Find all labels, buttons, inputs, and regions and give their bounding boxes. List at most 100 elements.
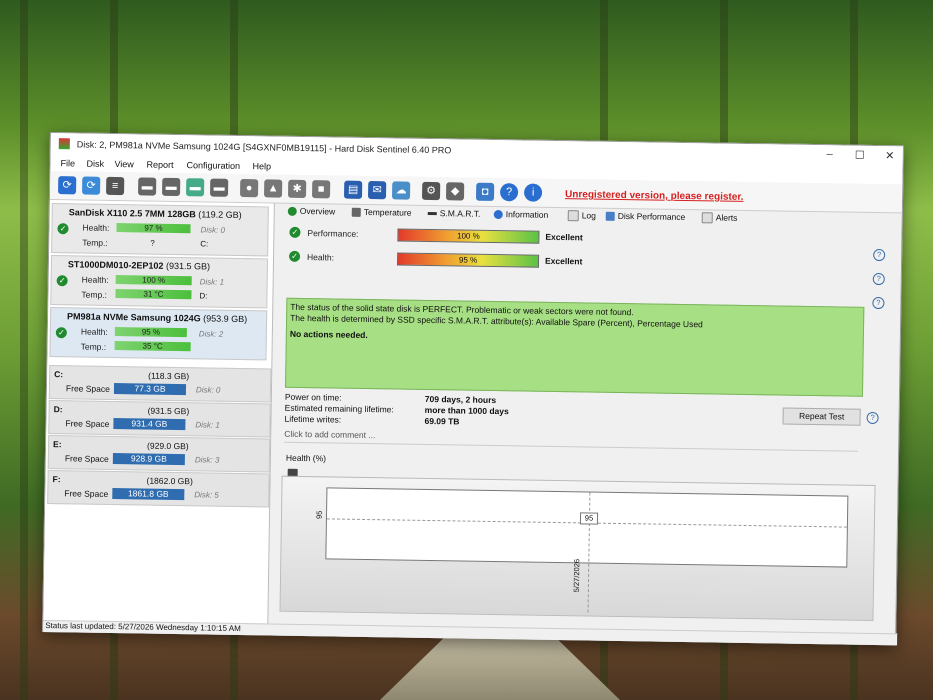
volume-card-c[interactable]: C: (118.3 GB) Free Space 77.3 GB Disk: 0 xyxy=(48,365,272,403)
repeat-test-button[interactable]: Repeat Test xyxy=(782,407,861,426)
mail-icon[interactable]: ✉ xyxy=(367,181,387,200)
comment-field[interactable]: Click to add comment ... xyxy=(284,428,859,452)
free-space-label: Free Space xyxy=(65,418,110,429)
free-space-value: 928.9 GB xyxy=(112,453,185,466)
disk-card-0[interactable]: SanDisk X110 2.5 7MM 128GB (119.2 GB) ✓ … xyxy=(51,203,269,257)
date-gridline xyxy=(587,492,591,613)
health-bar: 95 % xyxy=(114,327,187,338)
disk-size: (119.2 GB) xyxy=(198,209,242,221)
disk-surface-icon[interactable]: ● xyxy=(240,178,259,198)
menu-file[interactable]: File xyxy=(60,158,75,168)
drive-icon[interactable]: ▬ xyxy=(138,177,157,196)
temp-label: Temp.: xyxy=(80,341,107,352)
disk-number: Disk: 1 xyxy=(199,277,225,287)
ok-check-icon: ✓ xyxy=(57,223,69,235)
free-space-value: 77.3 GB xyxy=(113,383,187,396)
volume-card-f[interactable]: F: (1862.0 GB) Free Space 1861.8 GB Disk… xyxy=(47,470,270,508)
volume-disk: Disk: 3 xyxy=(194,455,220,465)
drive-check-icon[interactable]: ▬ xyxy=(186,178,205,197)
security-icon[interactable]: ◆ xyxy=(445,182,465,201)
maximize-button[interactable]: ☐ xyxy=(845,148,875,164)
free-space-value: 1861.8 GB xyxy=(112,488,185,501)
volume-letter: E: xyxy=(53,439,62,450)
free-space-label: Free Space xyxy=(64,488,109,499)
temp-bar: 31 °C xyxy=(115,289,192,300)
data-point-label: 95 xyxy=(579,512,599,525)
help-status-icon[interactable]: ? xyxy=(872,296,885,310)
unregistered-link[interactable]: Unregistered version, please register. xyxy=(565,189,744,203)
menu-configuration[interactable]: Configuration xyxy=(186,160,240,171)
tab-smart[interactable]: S.M.A.R.T. xyxy=(427,208,480,219)
camera-icon[interactable]: ◘ xyxy=(475,182,495,201)
health-graph: 95 95 5/27/2026 xyxy=(279,475,876,621)
app-window: Disk: 2, PM981a NVMe Samsung 1024G [S4GX… xyxy=(42,132,905,646)
volume-card-d[interactable]: D: (931.5 GB) Free Space 931.4 GB Disk: … xyxy=(48,400,271,438)
hdd-icon[interactable]: ■ xyxy=(311,180,331,199)
menu-disk[interactable]: Disk xyxy=(86,159,104,169)
help-repeat-icon[interactable]: ? xyxy=(866,411,879,425)
help-icon[interactable]: ? xyxy=(499,183,519,202)
disk-panel: SanDisk X110 2.5 7MM 128GB (119.2 GB) ✓ … xyxy=(43,200,275,624)
performance-bar: 100 % xyxy=(397,228,540,244)
log-icon xyxy=(567,210,579,222)
tab-temperature[interactable]: Temperature xyxy=(351,207,412,218)
network-icon[interactable]: ☁ xyxy=(391,181,411,200)
drive-time-icon[interactable]: ▬ xyxy=(162,177,181,197)
volume-size: (929.0 GB) xyxy=(147,440,189,452)
alerts-icon xyxy=(701,212,713,224)
close-button[interactable]: ✕ xyxy=(875,149,905,165)
menu-view[interactable]: View xyxy=(114,159,134,169)
menu-report[interactable]: Report xyxy=(146,160,173,170)
drive-letter: C: xyxy=(200,239,209,249)
disk-size: (931.5 GB) xyxy=(165,260,211,272)
performance-row: ✓ Performance: 100 % Excellent xyxy=(285,226,885,249)
drive-test-icon[interactable]: ▬ xyxy=(210,178,229,197)
ok-check-icon: ✓ xyxy=(55,327,67,339)
tab-alerts[interactable]: Alerts xyxy=(701,212,738,224)
ok-check-icon: ✓ xyxy=(56,275,68,287)
temp-label: Temp.: xyxy=(81,289,108,300)
disk-card-2[interactable]: PM981a NVMe Samsung 1024G (953.9 GB) ✓ H… xyxy=(49,307,268,361)
tab-log[interactable]: Log xyxy=(567,210,596,222)
refresh-all-icon[interactable]: ⟳ xyxy=(82,176,101,195)
disk-name: SanDisk X110 2.5 7MM 128GB xyxy=(68,207,196,220)
volume-size: (1862.0 GB) xyxy=(146,475,193,487)
info-icon xyxy=(493,210,503,220)
volume-disk: Disk: 5 xyxy=(194,490,219,500)
disk-list-icon[interactable]: ≡ xyxy=(106,176,125,196)
disk-size: (953.9 GB) xyxy=(203,313,248,325)
volume-disk: Disk: 1 xyxy=(195,420,220,430)
volume-size: (118.3 GB) xyxy=(148,370,190,382)
help-health-icon[interactable]: ? xyxy=(872,272,885,286)
tab-overview[interactable]: Overview xyxy=(287,206,335,217)
disk-number: Disk: 0 xyxy=(200,225,226,235)
report-icon[interactable]: ▤ xyxy=(343,180,363,199)
gear-icon[interactable]: ⚙ xyxy=(421,181,441,201)
refresh-icon[interactable]: ⟳ xyxy=(58,176,77,195)
disk-card-1[interactable]: ST1000DM010-2EP102 (931.5 GB) ✓ Health: … xyxy=(50,255,269,309)
tab-information[interactable]: Information xyxy=(493,209,548,220)
disk-name: ST1000DM010-2EP102 xyxy=(67,259,164,271)
health-label: Health: xyxy=(306,252,335,263)
volume-letter: D: xyxy=(53,404,63,415)
volume-card-e[interactable]: E: (929.0 GB) Free Space 928.9 GB Disk: … xyxy=(47,435,271,473)
overview-panel: Overview Temperature S.M.A.R.T. Informat… xyxy=(279,204,896,634)
performance-rating: Excellent xyxy=(545,231,583,243)
graph-plot-area: 95 95 5/27/2026 xyxy=(315,487,849,613)
status-line-3: No actions needed. xyxy=(289,328,368,341)
tab-disk-performance[interactable]: Disk Performance xyxy=(605,211,685,222)
ok-check-icon: ✓ xyxy=(289,226,301,238)
tools-icon[interactable]: ✱ xyxy=(287,179,307,199)
free-space-value: 931.4 GB xyxy=(113,418,186,431)
info-icon[interactable]: i xyxy=(523,183,543,202)
volume-letter: F: xyxy=(52,474,61,485)
minimize-button[interactable]: – xyxy=(815,148,845,164)
eject-icon[interactable]: ▲ xyxy=(263,179,283,198)
lifetime-writes-label: Lifetime writes: xyxy=(284,413,342,425)
window-title: Disk: 2, PM981a NVMe Samsung 1024G [S4GX… xyxy=(76,139,452,156)
status-box: The status of the solid state disk is PE… xyxy=(285,297,865,397)
menu-help[interactable]: Help xyxy=(252,161,271,171)
lifetime-writes-value: 69.09 TB xyxy=(424,415,460,427)
thermometer-icon xyxy=(351,208,361,218)
y-tick-label: 95 xyxy=(314,510,324,520)
